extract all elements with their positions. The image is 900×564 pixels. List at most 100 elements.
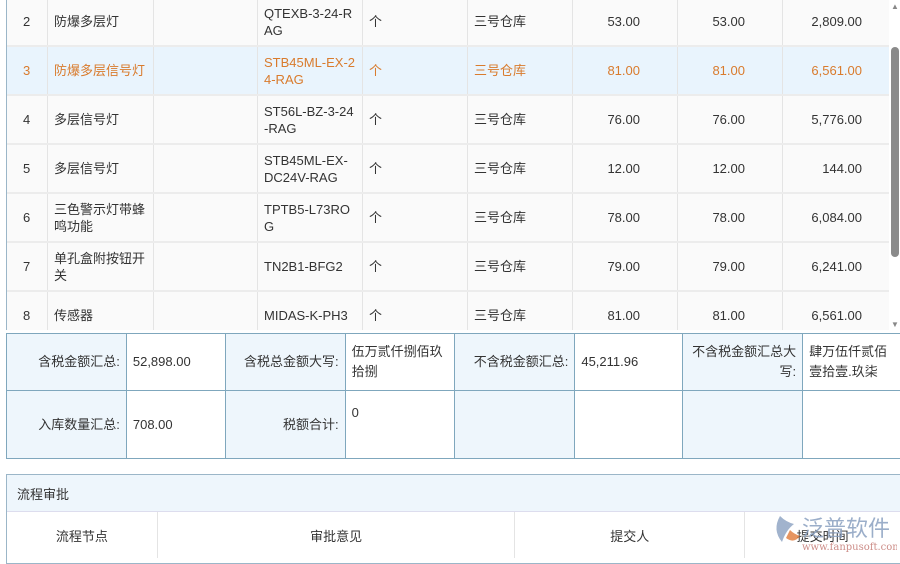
item-spec xyxy=(154,292,258,330)
item-name: 单孔盒附按钮开关 xyxy=(48,243,154,290)
item-warehouse: 三号仓库 xyxy=(468,0,573,45)
item-model: TPTB5-L73ROG xyxy=(258,194,363,241)
item-warehouse: 三号仓库 xyxy=(468,47,573,94)
item-name: 多层信号灯 xyxy=(48,96,154,143)
item-unit: 个 xyxy=(363,47,468,94)
item-unit: 个 xyxy=(363,243,468,290)
item-quantity-2: 76.00 xyxy=(678,96,783,143)
item-model: TN2B1-BFG2 xyxy=(258,243,363,290)
item-quantity: 53.00 xyxy=(573,0,678,45)
item-amount: 6,561.00 xyxy=(811,308,862,323)
item-warehouse: 三号仓库 xyxy=(468,96,573,143)
item-quantity: 81.00 xyxy=(573,292,678,330)
item-model: STB45ML-EX-24-RAG xyxy=(258,47,363,94)
notax-total-label: 不含税金额汇总: xyxy=(455,334,576,390)
col-approval-opinion: 审批意见 xyxy=(158,512,516,558)
summary-table: 含税金额汇总: 52,898.00 含税总金额大写: 伍万贰仟捌佰玖拾捌 不含税… xyxy=(6,333,900,459)
scroll-up-icon[interactable]: ▲ xyxy=(891,2,899,11)
row-number: 2 xyxy=(7,0,48,45)
item-unit: 个 xyxy=(363,194,468,241)
item-name: 三色警示灯带蜂鸣功能 xyxy=(48,194,154,241)
item-quantity-2: 81.00 xyxy=(678,292,783,330)
table-row[interactable]: 5 多层信号灯 STB45ML-EX-DC24V-RAG 个三号仓库 12.00 12.0… xyxy=(7,145,889,194)
col-submitter: 提交人 xyxy=(515,512,746,558)
row-number: 4 xyxy=(7,96,48,143)
item-unit: 个 xyxy=(363,292,468,330)
detail-grid: 2 防爆多层灯 QTEXB-3-24-RAG 个三号仓库 53.00 53.00 2,809… xyxy=(6,0,889,330)
qty-total-label: 入库数量汇总: xyxy=(7,391,127,458)
tax-total-label: 含税金额汇总: xyxy=(7,334,127,390)
item-amount: 2,809.00 xyxy=(811,14,862,29)
table-row[interactable]: 8 传感器 MIDAS-K-PH3 个三号仓库 81.00 81.00 6,561.00 xyxy=(7,292,889,330)
grid-scrollbar[interactable]: ▲ ▼ xyxy=(889,0,900,330)
item-spec xyxy=(154,194,258,241)
item-amount: 5,776.00 xyxy=(811,112,862,127)
logo-icon: 泛普软件 www.fanpusoft.com xyxy=(776,516,900,553)
table-row[interactable]: 6 三色警示灯带蜂鸣功能 TPTB5-L73ROG 个三号仓库 78.00 78.00 6,… xyxy=(7,194,889,243)
item-spec xyxy=(154,47,258,94)
table-row[interactable]: 7 单孔盒附按钮开关 TN2B1-BFG2 个三号仓库 79.00 79.00 6,241.… xyxy=(7,243,889,292)
tax-upper-value: 伍万贰仟捌佰玖拾捌 xyxy=(346,334,456,390)
table-row[interactable]: 4 多层信号灯 ST56L-BZ-3-24-RAG 个三号仓库 76.00 76.00 5,… xyxy=(7,96,889,145)
notax-upper-label: 不含税金额汇总大写: xyxy=(683,334,804,390)
watermark-logo: 泛普软件 www.fanpusoft.com xyxy=(772,508,900,553)
row-number: 7 xyxy=(7,243,48,290)
item-quantity: 78.00 xyxy=(573,194,678,241)
item-quantity: 81.00 xyxy=(573,47,678,94)
item-spec xyxy=(154,243,258,290)
item-quantity-2: 78.00 xyxy=(678,194,783,241)
item-model: QTEXB-3-24-RAG xyxy=(258,0,363,45)
item-spec xyxy=(154,145,258,192)
item-amount: 144.00 xyxy=(822,161,862,176)
item-warehouse: 三号仓库 xyxy=(468,145,573,192)
item-amount: 6,561.00 xyxy=(811,63,862,78)
col-flow-node: 流程节点 xyxy=(7,512,158,558)
item-quantity-2: 79.00 xyxy=(678,243,783,290)
item-spec xyxy=(154,96,258,143)
row-number: 3 xyxy=(7,47,48,94)
scroll-down-icon[interactable]: ▼ xyxy=(891,320,899,329)
item-quantity: 12.00 xyxy=(573,145,678,192)
table-row[interactable]: 2 防爆多层灯 QTEXB-3-24-RAG 个三号仓库 53.00 53.00 2,809… xyxy=(7,0,889,47)
item-name: 防爆多层灯 xyxy=(48,0,154,45)
qty-total-value: 708.00 xyxy=(127,391,226,458)
item-model: MIDAS-K-PH3 xyxy=(258,292,363,330)
item-quantity-2: 81.00 xyxy=(678,47,783,94)
empty-value xyxy=(803,391,900,458)
svg-text:泛普软件: 泛普软件 xyxy=(802,517,890,542)
empty-label xyxy=(683,391,804,458)
table-row[interactable]: 3 防爆多层信号灯 STB45ML-EX-24-RAG 个三号仓库 81.00 81.00… xyxy=(7,47,889,96)
row-number: 8 xyxy=(7,292,48,330)
item-quantity: 76.00 xyxy=(573,96,678,143)
item-amount: 6,084.00 xyxy=(811,210,862,225)
item-model: STB45ML-EX-DC24V-RAG xyxy=(258,145,363,192)
item-warehouse: 三号仓库 xyxy=(468,194,573,241)
approval-title: 流程审批 xyxy=(7,475,900,512)
item-model: ST56L-BZ-3-24-RAG xyxy=(258,96,363,143)
item-name: 防爆多层信号灯 xyxy=(48,47,154,94)
tax-upper-label: 含税总金额大写: xyxy=(225,334,346,390)
tax-sum-label: 税额合计: xyxy=(225,391,346,458)
item-name: 传感器 xyxy=(48,292,154,330)
notax-total-value: 45,211.96 xyxy=(575,334,684,390)
svg-text:www.fanpusoft.com: www.fanpusoft.com xyxy=(802,542,897,553)
item-quantity-2: 53.00 xyxy=(678,0,783,45)
scrollbar-thumb[interactable] xyxy=(891,47,899,257)
notax-upper-value: 肆万伍仟贰佰壹拾壹.玖柒 xyxy=(809,344,888,379)
item-warehouse: 三号仓库 xyxy=(468,243,573,290)
item-unit: 个 xyxy=(363,145,468,192)
item-unit: 个 xyxy=(363,96,468,143)
empty-value xyxy=(575,391,684,458)
item-unit: 个 xyxy=(363,0,468,45)
empty-label xyxy=(455,391,576,458)
row-number: 5 xyxy=(7,145,48,192)
item-quantity-2: 12.00 xyxy=(678,145,783,192)
item-amount: 6,241.00 xyxy=(811,259,862,274)
approval-section: 流程审批 流程节点 审批意见 提交人 提交时间 xyxy=(6,474,900,564)
row-number: 6 xyxy=(7,194,48,241)
item-spec xyxy=(154,0,258,45)
item-quantity: 79.00 xyxy=(573,243,678,290)
tax-sum-value: 0 xyxy=(346,391,456,458)
item-name: 多层信号灯 xyxy=(48,145,154,192)
item-warehouse: 三号仓库 xyxy=(468,292,573,330)
